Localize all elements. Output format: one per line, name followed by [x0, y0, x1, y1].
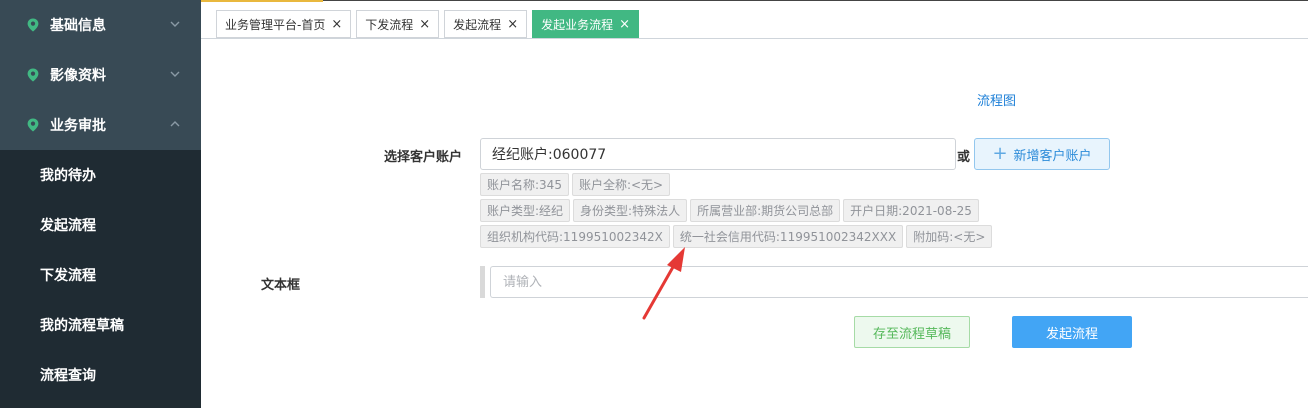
location-pin-icon — [27, 118, 39, 132]
add-account-label: 新增客户账户 — [1013, 148, 1092, 164]
sidebar-item-process-query[interactable]: 流程查询 — [0, 350, 201, 400]
add-account-button[interactable]: + 新增客户账户 — [974, 138, 1110, 170]
location-pin-icon — [27, 18, 39, 32]
app-root: 基础信息 影像资料 业务审批 我的待办 发起流程 下发流程 我的流程草稿 流程查… — [0, 0, 1308, 408]
sidebar-item-my-todo[interactable]: 我的待办 — [0, 150, 201, 200]
save-draft-button[interactable]: 存至流程草稿 — [854, 316, 970, 348]
sidebar-item-label: 我的待办 — [40, 168, 96, 184]
sidebar-group-basic-info[interactable]: 基础信息 — [0, 0, 201, 50]
close-icon[interactable]: × — [507, 17, 518, 32]
chevron-down-icon — [170, 71, 180, 77]
close-icon[interactable]: × — [331, 17, 342, 32]
info-chip: 账户类型:经纪 — [480, 199, 571, 222]
close-icon[interactable]: × — [619, 17, 630, 32]
tab-label: 发起流程 — [453, 17, 502, 32]
location-pin-icon — [27, 68, 39, 82]
sidebar-group-label: 基础信息 — [50, 18, 106, 34]
account-select[interactable]: 经纪账户:060077 — [480, 138, 956, 170]
sidebar: 基础信息 影像资料 业务审批 我的待办 发起流程 下发流程 我的流程草稿 流程查… — [0, 0, 201, 408]
info-chip: 开户日期:2021-08-25 — [843, 199, 979, 222]
text-field-prefix-bar — [480, 266, 485, 298]
tab-issued-process[interactable]: 下发流程 × — [356, 10, 440, 38]
info-chip: 身份类型:特殊法人 — [573, 199, 688, 222]
close-icon[interactable]: × — [419, 17, 430, 32]
account-info-row-2: 账户类型:经纪 身份类型:特殊法人 所属营业部:期货公司总部 开户日期:2021… — [480, 199, 982, 222]
sidebar-group-label: 业务审批 — [50, 118, 106, 134]
sidebar-item-label: 流程查询 — [40, 368, 96, 384]
submit-process-button[interactable]: 发起流程 — [1012, 316, 1132, 348]
text-field-label: 文本框 — [261, 278, 301, 293]
sidebar-item-start-process[interactable]: 发起流程 — [0, 200, 201, 250]
account-info-row-1: 账户名称:345 账户全称:<无> — [480, 173, 673, 196]
plus-icon: + — [992, 143, 1008, 164]
chevron-up-icon — [170, 121, 180, 127]
info-chip: 附加码:<无> — [906, 225, 993, 248]
sidebar-group-label: 影像资料 — [50, 68, 106, 84]
sidebar-item-process-drafts[interactable]: 我的流程草稿 — [0, 300, 201, 350]
sidebar-item-issued-process[interactable]: 下发流程 — [0, 250, 201, 300]
tab-label: 业务管理平台-首页 — [225, 17, 326, 32]
flow-chart-link[interactable]: 流程图 — [977, 90, 1016, 109]
sidebar-group-image-data[interactable]: 影像资料 — [0, 50, 201, 100]
tabs: 业务管理平台-首页 × 下发流程 × 发起流程 × 发起业务流程 × — [216, 10, 644, 38]
tab-start-business-process[interactable]: 发起业务流程 × — [532, 10, 640, 38]
tab-home[interactable]: 业务管理平台-首页 × — [216, 10, 352, 38]
info-chip: 账户全称:<无> — [571, 173, 671, 196]
sidebar-group-business-approval[interactable]: 业务审批 — [0, 100, 201, 150]
annotation-arrow-icon — [642, 247, 685, 320]
or-text: 或 — [957, 150, 971, 165]
account-value: 经纪账户:060077 — [492, 147, 607, 163]
info-chip: 统一社会信用代码:119951002342XXX — [672, 225, 904, 248]
sidebar-item-label: 下发流程 — [40, 268, 96, 284]
topbar-accent — [201, 0, 323, 2]
tab-label: 下发流程 — [365, 17, 414, 32]
sidebar-item-label: 我的流程草稿 — [40, 318, 124, 334]
tab-bar: 业务管理平台-首页 × 下发流程 × 发起流程 × 发起业务流程 × — [201, 0, 1308, 39]
info-chip: 账户名称:345 — [480, 173, 569, 196]
chevron-down-icon — [170, 21, 180, 27]
info-chip: 所属营业部:期货公司总部 — [690, 199, 841, 222]
topbar-line — [323, 0, 1308, 1]
account-label: 选择客户账户 — [384, 150, 463, 165]
tab-start-process[interactable]: 发起流程 × — [444, 10, 528, 38]
sidebar-item-label: 发起流程 — [40, 218, 96, 234]
tab-label: 发起业务流程 — [541, 17, 614, 32]
text-input[interactable] — [490, 266, 1308, 298]
account-info-row-3: 组织机构代码:119951002342X 统一社会信用代码:1199510023… — [480, 225, 995, 248]
